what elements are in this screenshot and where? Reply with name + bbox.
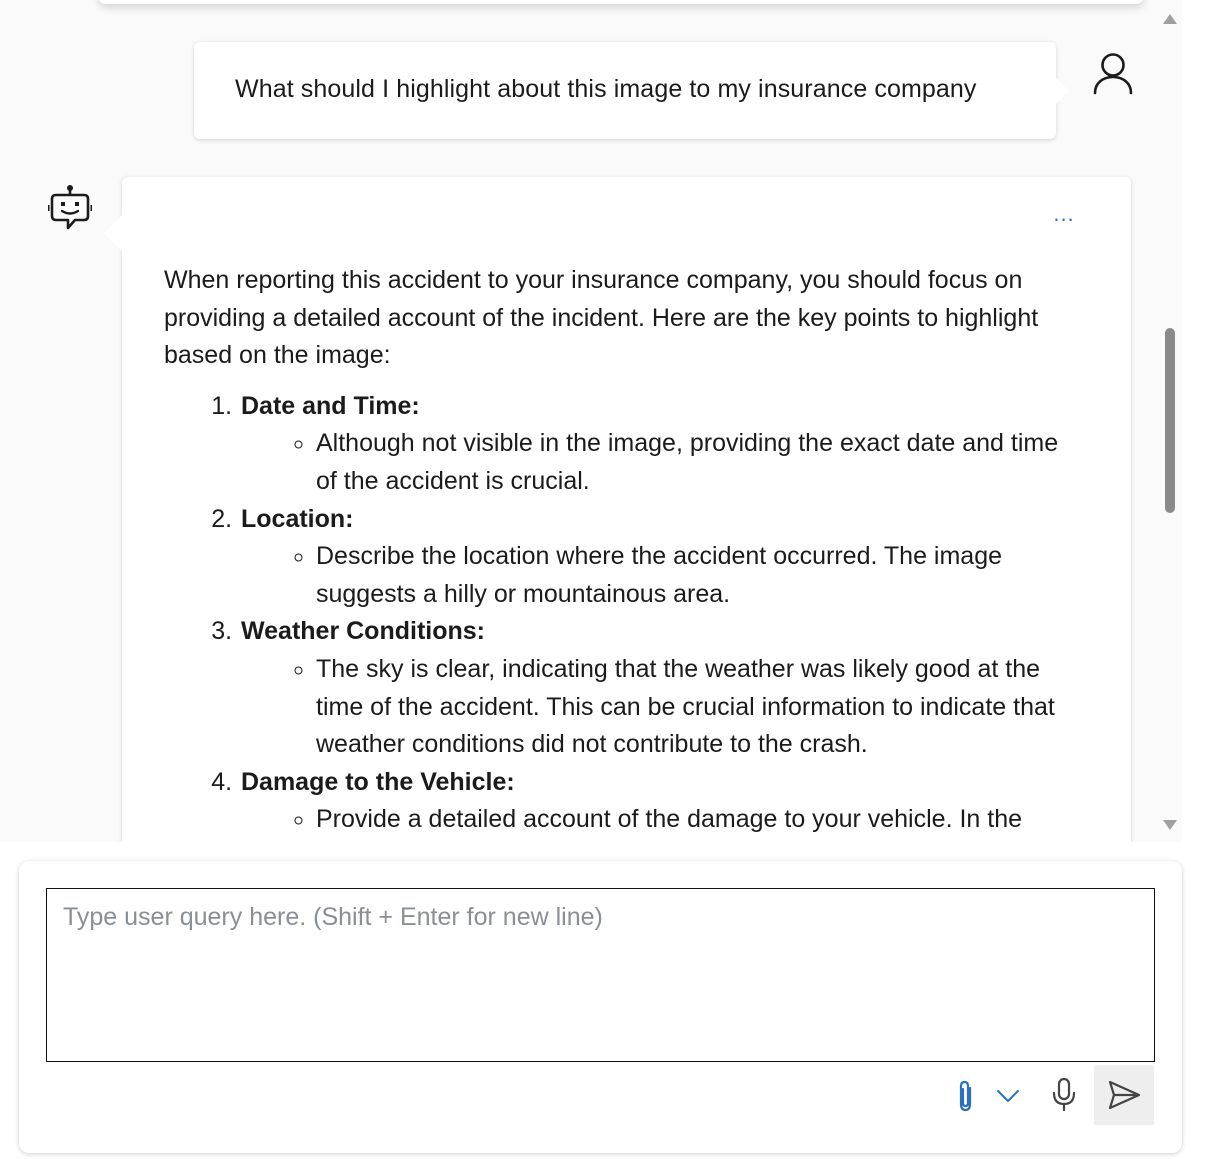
scroll-up-arrow-icon[interactable] [1163, 14, 1177, 24]
microphone-icon[interactable] [1049, 1077, 1079, 1113]
previous-message-card [98, 0, 1144, 4]
key-points-list: Date and Time: Although not visible in t… [164, 388, 1084, 839]
point-title: Damage to the Vehicle: [241, 767, 515, 796]
query-input[interactable] [46, 888, 1155, 1062]
scroll-down-arrow-icon[interactable] [1163, 820, 1177, 830]
person-outline-icon [1092, 52, 1134, 96]
point-title: Location: [241, 504, 354, 533]
bot-message-body: When reporting this accident to your ins… [164, 262, 1084, 839]
chevron-down-icon[interactable] [995, 1083, 1021, 1109]
list-item: Location: Describe the location where th… [239, 501, 1084, 614]
sub-list-item: Describe the location where the accident… [316, 538, 1084, 613]
send-button[interactable] [1094, 1065, 1154, 1125]
user-message-bubble: What should I highlight about this image… [194, 42, 1069, 139]
user-message-text: What should I highlight about this image… [235, 75, 977, 103]
sub-list: Although not visible in the image, provi… [241, 425, 1084, 500]
conversation-panel[interactable]: What should I highlight about this image… [0, 0, 1158, 842]
sub-list: The sky is clear, indicating that the we… [241, 651, 1084, 764]
bot-message-card: ... When reporting this accident to your… [104, 177, 1131, 842]
point-title: Date and Time: [241, 391, 420, 420]
sub-list-item: The sky is clear, indicating that the we… [316, 651, 1084, 764]
list-item: Date and Time: Although not visible in t… [239, 388, 1084, 501]
scrollbar-thumb[interactable] [1165, 328, 1175, 513]
list-item: Damage to the Vehicle: Provide a detaile… [239, 764, 1084, 839]
chat-window: What should I highlight about this image… [0, 0, 1207, 1159]
composer-panel [19, 861, 1182, 1153]
bot-intro-text: When reporting this accident to your ins… [164, 266, 1039, 370]
list-item: Weather Conditions: The sky is clear, in… [239, 613, 1084, 763]
sub-list: Describe the location where the accident… [241, 538, 1084, 613]
vertical-scrollbar[interactable] [1158, 0, 1182, 842]
paperclip-icon[interactable] [953, 1079, 979, 1113]
more-options-button[interactable]: ... [1046, 199, 1082, 229]
send-arrow-icon [1108, 1080, 1141, 1110]
point-title: Weather Conditions: [241, 617, 485, 646]
sub-list: Provide a detailed account of the damage… [241, 801, 1084, 839]
sub-list-item: Although not visible in the image, provi… [316, 425, 1084, 500]
bot-chat-icon [48, 184, 92, 234]
sub-list-item: Provide a detailed account of the damage… [316, 801, 1084, 839]
